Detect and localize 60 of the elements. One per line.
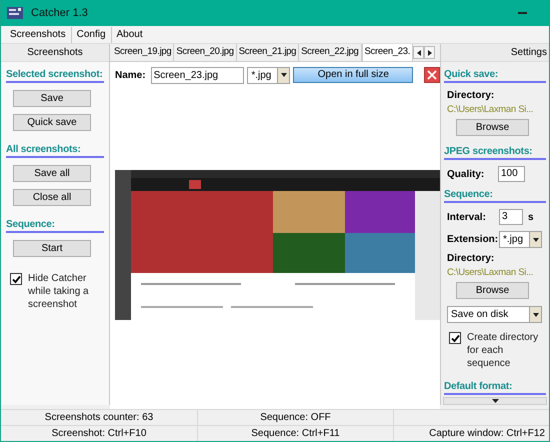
quality-field[interactable]: 100 (498, 166, 525, 182)
section-heading: Default format: (444, 380, 546, 395)
tab[interactable]: Screen_23. (362, 44, 414, 61)
checkbox-label: Hide Catcher while taking a screenshot (28, 272, 90, 311)
button[interactable]: Start (13, 240, 91, 257)
section-heading: Selected screenshot: (6, 68, 104, 83)
button[interactable]: Quick save (13, 114, 91, 131)
tab[interactable]: Screen_21.jpg (236, 44, 300, 61)
status-text: Capture window: Ctrl+F12 (429, 428, 545, 439)
interval-field[interactable]: 3 (499, 209, 523, 225)
button[interactable]: Save (13, 90, 91, 107)
tab[interactable]: Screen_19.jpg (112, 44, 174, 61)
checkbox[interactable] (10, 273, 22, 285)
dropdown[interactable]: Save on disk (447, 306, 542, 323)
field-label: Name: (115, 68, 146, 82)
dropdown-value: *.jpg (502, 233, 524, 247)
checkbox[interactable] (449, 332, 461, 344)
section-heading: Quick save: (444, 68, 546, 83)
directory-path: C:\Users\Laxman Si... (447, 103, 534, 116)
dropdown-value: *.jpg (250, 68, 272, 82)
section-heading: Sequence: (444, 188, 546, 203)
field-label: Directory: (447, 89, 496, 102)
status-text: Screenshot: Ctrl+F10 (52, 428, 146, 439)
caret-icon[interactable] (529, 307, 541, 322)
tab[interactable]: Screen_20.jpg (174, 44, 237, 61)
window-title: Catcher 1.3 (31, 6, 89, 20)
button[interactable]: Browse (456, 119, 529, 136)
menu-item[interactable]: About (112, 26, 148, 42)
checkbox-label: Create directory for each sequence (467, 331, 540, 370)
button[interactable]: Close all (13, 189, 91, 206)
caret-icon[interactable] (277, 68, 290, 82)
dropdown-value: Save on disk (450, 308, 510, 322)
status-text: Sequence: Ctrl+F11 (251, 428, 340, 439)
open-button[interactable]: Open in full size (293, 67, 414, 83)
dropdown[interactable]: *.jpg (499, 231, 542, 248)
tab[interactable]: Screen_22.jpg (299, 44, 362, 61)
button[interactable]: Browse (456, 282, 529, 299)
scroll-right-icon[interactable] (424, 46, 436, 59)
menu-item[interactable]: Screenshots (5, 26, 72, 42)
field-label: Interval: (447, 210, 487, 224)
name-field[interactable]: Screen_23.jpg (150, 66, 244, 84)
panel-header: Settings (441, 44, 549, 62)
app-icon (7, 7, 23, 19)
field-label: Quality: (447, 168, 486, 180)
status-text: Sequence: OFF (260, 412, 331, 423)
panel-header: Screenshots (1, 44, 109, 62)
field-label: Extension: (447, 233, 499, 246)
section-heading: All screenshots: (6, 143, 104, 158)
scroll-left-icon[interactable] (413, 46, 424, 59)
section-heading: JPEG screenshots: (444, 145, 546, 160)
dropdown[interactable]: *.jpg (247, 66, 290, 84)
section-heading: Sequence: (6, 218, 104, 233)
menu-item[interactable]: Config (72, 26, 112, 42)
unit-label: s (528, 210, 534, 224)
field-label: Directory: (447, 252, 496, 265)
caret-icon[interactable] (529, 232, 541, 247)
directory-path: C:\Users\Laxman Si... (447, 266, 534, 279)
close-icon[interactable] (424, 67, 440, 83)
status-text: Screenshots counter: 63 (44, 412, 154, 423)
button[interactable]: Save all (13, 165, 91, 182)
